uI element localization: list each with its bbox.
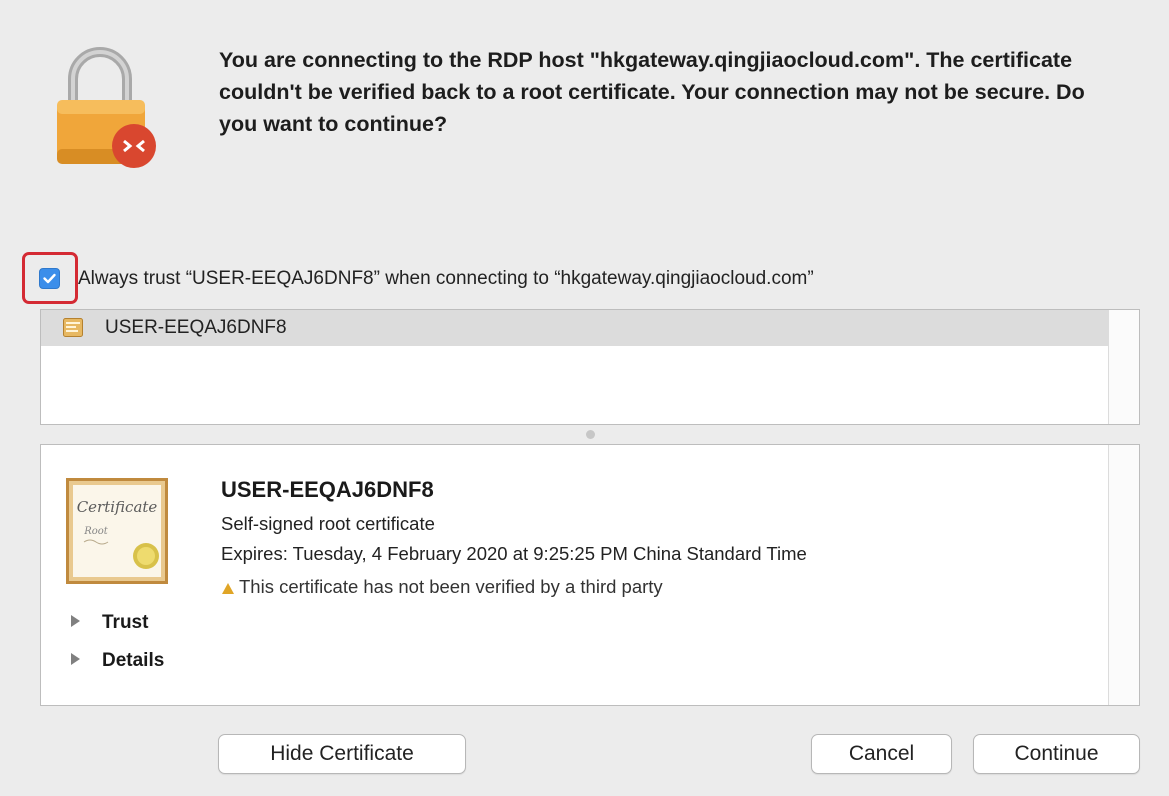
hide-certificate-button[interactable]: Hide Certificate: [218, 734, 466, 774]
warning-triangle-icon: [222, 582, 234, 594]
always-trust-row: Always trust “USER-EEQAJ6DNF8” when conn…: [22, 252, 1162, 306]
certificate-title: USER-EEQAJ6DNF8: [221, 477, 434, 502]
certificate-warning: This certificate has not been verified b…: [221, 576, 663, 598]
detail-scroll-track[interactable]: [1108, 445, 1139, 705]
details-disclosure-label: Details: [102, 650, 165, 671]
certificate-list-item[interactable]: USER-EEQAJ6DNF8: [41, 310, 1109, 346]
certificate-image-title: Certificate: [77, 498, 158, 516]
certificate-expiry: Expires: Tuesday, 4 February 2020 at 9:2…: [221, 543, 807, 564]
disclosure-triangle-icon: [71, 614, 80, 627]
cancel-button[interactable]: Cancel: [811, 734, 952, 774]
certificate-icon: Certificate Root: [66, 478, 168, 584]
continue-button[interactable]: Continue: [973, 734, 1140, 774]
certificate-detail-pane: Certificate Root USER-EEQAJ6DNF8 Self-si…: [40, 444, 1140, 706]
certificate-warning-text: This certificate has not been verified b…: [239, 576, 663, 597]
details-disclosure[interactable]: Details: [71, 650, 164, 672]
certificate-list-item-name: USER-EEQAJ6DNF8: [105, 317, 287, 338]
certificate-list: USER-EEQAJ6DNF8: [40, 309, 1140, 425]
always-trust-label[interactable]: Always trust “USER-EEQAJ6DNF8” when conn…: [78, 268, 814, 290]
lock-icon: [55, 45, 165, 170]
checkmark-icon: [43, 273, 56, 284]
list-scroll-track[interactable]: [1108, 310, 1139, 424]
remote-desktop-badge-icon: [112, 124, 156, 168]
always-trust-checkbox[interactable]: [39, 268, 60, 289]
certificate-image-subtitle: Root: [83, 526, 109, 537]
trust-disclosure[interactable]: Trust: [71, 612, 148, 634]
certificate-type: Self-signed root certificate: [221, 513, 435, 534]
certificate-small-icon: [63, 318, 83, 337]
disclosure-triangle-icon: [71, 652, 80, 665]
trust-disclosure-label: Trust: [102, 612, 149, 633]
dialog-message: You are connecting to the RDP host "hkga…: [219, 48, 1085, 136]
pane-splitter-handle[interactable]: [586, 430, 595, 439]
